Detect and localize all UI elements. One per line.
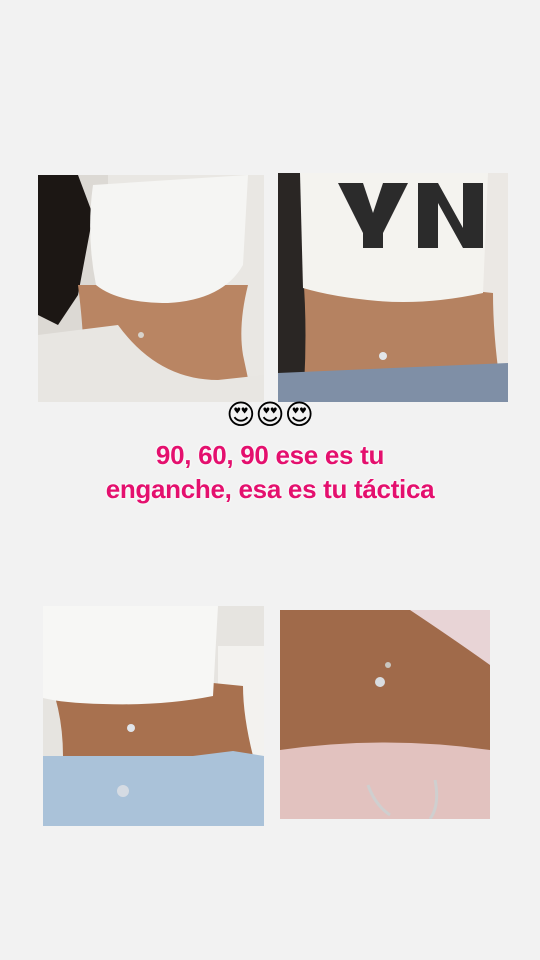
story-caption: 90, 60, 90 ese es tu enganche, esa es tu… <box>105 440 435 504</box>
story-photo-ny-crop-top-jeans <box>278 173 508 402</box>
photo-illustration <box>280 610 490 819</box>
photo-illustration <box>38 175 264 402</box>
heart-eyes-emoji-row: 😍😍😍 <box>226 398 314 431</box>
story-photo-white-top-light-jeans <box>43 606 264 826</box>
photo-illustration <box>43 606 264 826</box>
photo-illustration <box>278 173 508 402</box>
story-photo-closeup-pink-joggers <box>280 610 490 819</box>
story-photo-white-tank-gray-joggers <box>38 175 264 402</box>
